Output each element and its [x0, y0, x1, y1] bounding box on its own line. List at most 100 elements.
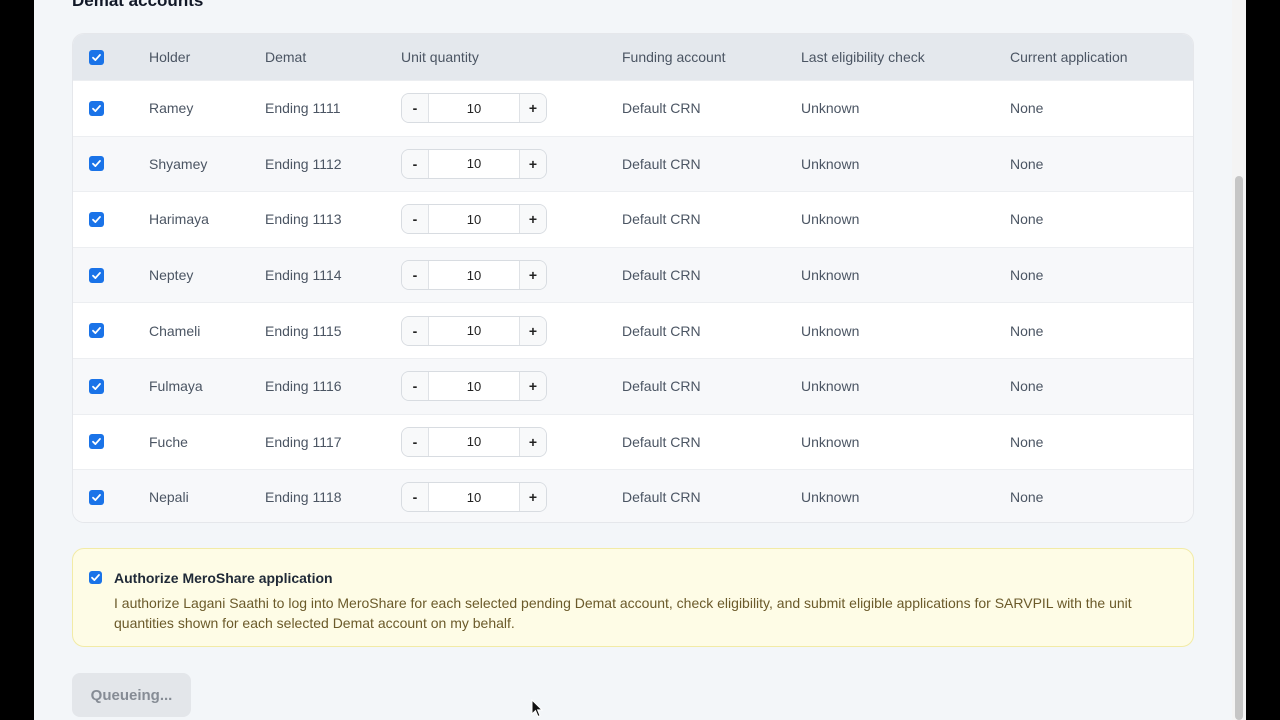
demat-cell: Ending 1115 — [265, 322, 342, 339]
application-cell: None — [1010, 267, 1044, 284]
decrement-button[interactable]: - — [402, 94, 428, 123]
scrollbar-thumb[interactable] — [1235, 176, 1243, 720]
holder-cell: Chameli — [149, 322, 201, 339]
demat-cell: Ending 1112 — [265, 155, 342, 172]
increment-button[interactable]: + — [520, 94, 546, 123]
queue-button[interactable]: Queueing... — [72, 673, 191, 717]
quantity-cell: -10 + — [401, 426, 622, 457]
application-cell: None — [1010, 378, 1044, 395]
authorization-panel: Authorize MeroShare application I author… — [72, 548, 1194, 647]
header-last-eligibility-check[interactable]: Last eligibility check — [801, 49, 1010, 65]
checkmark-icon — [92, 104, 101, 112]
funding-account-cell: Default CRN — [622, 322, 701, 339]
quantity-input[interactable]: 10 — [428, 94, 520, 123]
demat-cell: Ending 1118 — [265, 489, 342, 506]
row-checkbox[interactable] — [89, 489, 104, 505]
increment-button[interactable]: + — [520, 483, 546, 512]
table-row: Harimaya Ending 1113 -10 + Default CRN Unknow… — [73, 191, 1193, 247]
header-unit-quantity[interactable]: Unit quantity — [401, 49, 622, 65]
authorize-title[interactable]: Authorize MeroShare application — [114, 570, 333, 586]
quantity-stepper: -10 + — [401, 482, 547, 513]
header-holder[interactable]: Holder — [149, 49, 265, 65]
demat-cell: Ending 1117 — [265, 433, 342, 450]
checkmark-icon — [92, 382, 101, 390]
eligibility-cell: Unknown — [801, 100, 860, 117]
eligibility-cell: Unknown — [801, 489, 860, 506]
quantity-input[interactable]: 10 — [428, 316, 520, 345]
funding-account-cell: Default CRN — [622, 433, 701, 450]
decrement-button[interactable]: - — [402, 427, 428, 456]
row-select-cell — [73, 100, 149, 116]
table-body: Ramey Ending 1111-10 + Default CRN Unknown No… — [73, 80, 1193, 522]
row-select-cell — [73, 323, 149, 339]
increment-button[interactable]: + — [520, 149, 546, 178]
authorize-checkbox[interactable] — [89, 571, 102, 584]
quantity-cell: -10 + — [401, 93, 622, 124]
application-cell: None — [1010, 155, 1044, 172]
quantity-stepper: -10 + — [401, 371, 547, 402]
row-checkbox[interactable] — [89, 434, 104, 450]
holder-cell: Shyamey — [149, 155, 208, 172]
select-all-checkbox[interactable] — [89, 49, 104, 65]
funding-account-cell: Default CRN — [622, 155, 701, 172]
checkmark-icon — [92, 216, 101, 223]
quantity-input[interactable]: 10 — [428, 261, 520, 290]
mouse-pointer-icon — [531, 699, 543, 718]
table-row: Fuche Ending 1117 -10 + Default CRN Unknown No… — [73, 413, 1193, 470]
funding-account-cell: Default CRN — [622, 100, 701, 117]
quantity-cell: -10 + — [401, 482, 622, 513]
row-select-cell — [73, 489, 149, 505]
holder-cell: Harimaya — [149, 211, 209, 228]
demat-accounts-table: Holder Demat Unit quantity Funding accou… — [72, 33, 1194, 523]
table-row: Neptey Ending 1114 -10 + Default CRN Unknown N… — [73, 246, 1193, 303]
holder-cell: Fulmaya — [149, 378, 203, 395]
increment-button[interactable]: + — [520, 372, 546, 401]
quantity-input[interactable]: 10 — [428, 205, 520, 234]
row-select-cell — [73, 156, 149, 172]
decrement-button[interactable]: - — [402, 483, 428, 512]
decrement-button[interactable]: - — [402, 261, 428, 290]
quantity-input[interactable]: 10 — [428, 372, 520, 401]
checkmark-icon — [92, 438, 101, 446]
quantity-cell: -10 + — [401, 371, 622, 402]
row-select-cell — [73, 267, 149, 283]
row-checkbox[interactable] — [89, 211, 104, 227]
quantity-input[interactable]: 10 — [428, 483, 520, 512]
quantity-stepper: -10 + — [401, 315, 547, 346]
quantity-cell: -10 + — [401, 204, 622, 235]
page-viewport: Demat accounts Holder Demat Unit quantit… — [34, 0, 1246, 720]
quantity-stepper: -10 + — [401, 260, 547, 291]
decrement-button[interactable]: - — [402, 316, 428, 345]
header-funding-account[interactable]: Funding account — [622, 49, 801, 65]
eligibility-cell: Unknown — [801, 267, 860, 284]
quantity-input[interactable]: 10 — [428, 427, 520, 456]
table-row: Ramey Ending 1111 -10 + Default CRN Unknown No… — [73, 80, 1193, 136]
row-checkbox[interactable] — [89, 156, 104, 172]
select-all-cell — [73, 49, 149, 65]
funding-account-cell: Default CRN — [622, 378, 701, 395]
quantity-input[interactable]: 10 — [428, 149, 520, 178]
decrement-button[interactable]: - — [402, 149, 428, 178]
row-checkbox[interactable] — [89, 323, 104, 339]
increment-button[interactable]: + — [520, 427, 546, 456]
authorize-description: I authorize Lagani Saathi to log into Me… — [114, 595, 1132, 631]
checkmark-icon — [92, 493, 101, 501]
row-checkbox[interactable] — [89, 100, 104, 116]
header-demat[interactable]: Demat — [265, 49, 401, 65]
row-checkbox[interactable] — [89, 267, 104, 283]
row-checkbox[interactable] — [89, 378, 104, 394]
quantity-cell: -10 + — [401, 148, 622, 179]
increment-button[interactable]: + — [520, 205, 546, 234]
section-title: Demat accounts — [72, 0, 204, 10]
decrement-button[interactable]: - — [402, 205, 428, 234]
header-current-application[interactable]: Current application — [1010, 49, 1190, 65]
holder-cell: Neptey — [149, 267, 194, 284]
increment-button[interactable]: + — [520, 261, 546, 290]
quantity-stepper: -10 + — [401, 426, 547, 457]
decrement-button[interactable]: - — [402, 372, 428, 401]
checkmark-icon — [92, 53, 101, 61]
increment-button[interactable]: + — [520, 316, 546, 345]
application-cell: None — [1010, 100, 1044, 117]
demat-cell: Ending 1113 — [265, 211, 342, 228]
checkmark-icon — [92, 271, 101, 279]
